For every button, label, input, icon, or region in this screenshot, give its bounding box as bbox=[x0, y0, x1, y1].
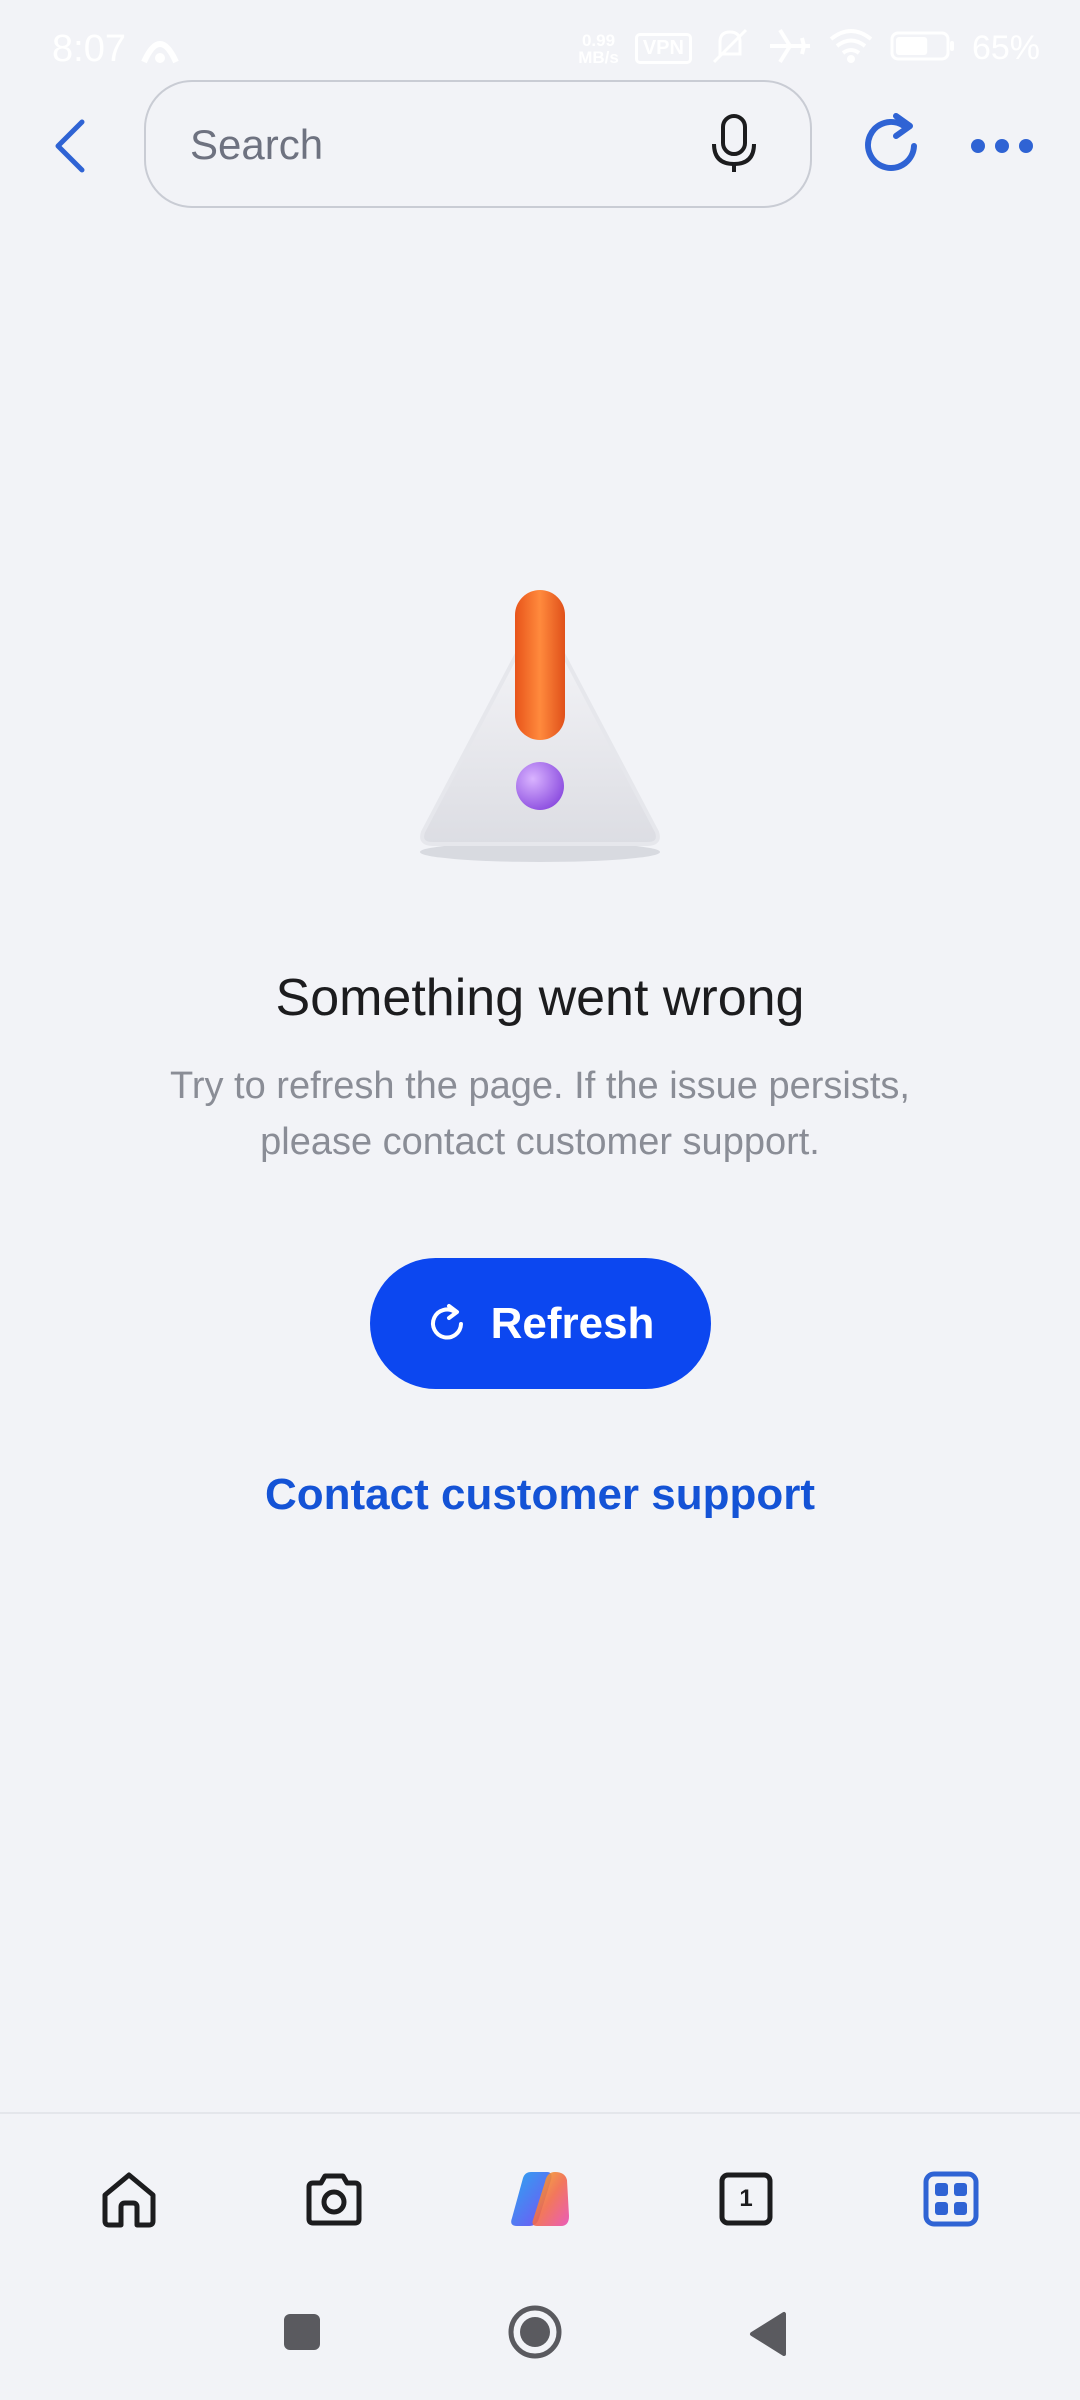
recents-icon bbox=[284, 2314, 320, 2350]
back-system-button[interactable] bbox=[748, 2310, 788, 2363]
vpn-badge: VPN bbox=[634, 33, 692, 64]
battery-percent: 65% bbox=[971, 29, 1040, 67]
warning-illustration bbox=[395, 570, 685, 870]
apps-icon bbox=[923, 2171, 979, 2227]
status-time: 8:07 bbox=[52, 28, 126, 70]
refresh-icon bbox=[430, 1303, 463, 1339]
back-button[interactable] bbox=[44, 114, 96, 178]
nav-copilot-button[interactable] bbox=[505, 2164, 575, 2234]
search-input[interactable] bbox=[188, 116, 692, 174]
camera-icon bbox=[306, 2173, 362, 2226]
search-bar[interactable] bbox=[144, 80, 812, 208]
error-description: Try to refresh the page. If the issue pe… bbox=[170, 1065, 910, 1163]
battery-icon bbox=[890, 30, 956, 67]
speed-value: 0.99 bbox=[581, 30, 616, 50]
airplane-icon bbox=[768, 26, 812, 71]
network-speed: 0.99 MB/s bbox=[578, 32, 619, 66]
copilot-icon bbox=[511, 2172, 569, 2226]
warning-icon bbox=[420, 590, 660, 862]
mic-icon bbox=[712, 114, 756, 172]
mute-icon bbox=[708, 26, 752, 71]
nav-apps-button[interactable] bbox=[916, 2164, 986, 2234]
reload-button[interactable] bbox=[860, 112, 924, 182]
bottom-navigation: 1 bbox=[0, 2112, 1080, 2264]
home-system-button[interactable] bbox=[507, 2304, 563, 2365]
nav-camera-button[interactable] bbox=[299, 2164, 369, 2234]
hotspot-icon bbox=[140, 30, 180, 71]
system-navigation-bar bbox=[0, 2262, 1080, 2400]
wifi-icon bbox=[828, 27, 874, 70]
home-icon bbox=[102, 2172, 156, 2228]
nav-tabs-button[interactable]: 1 bbox=[711, 2164, 781, 2234]
voice-search-button[interactable] bbox=[706, 112, 762, 176]
recents-button[interactable] bbox=[282, 2312, 322, 2357]
reload-icon bbox=[865, 113, 917, 171]
back-triangle-icon bbox=[750, 2312, 786, 2356]
tab-count: 1 bbox=[739, 2185, 753, 2212]
nav-home-button[interactable] bbox=[94, 2164, 164, 2234]
refresh-button[interactable]: Refresh bbox=[370, 1258, 711, 1389]
error-title: Something went wrong bbox=[275, 969, 805, 1027]
back-icon bbox=[55, 119, 85, 173]
speed-unit: MB/s bbox=[578, 47, 619, 67]
contact-support-link[interactable]: Contact customer support bbox=[0, 1470, 1080, 1520]
home-circle-icon bbox=[508, 2305, 562, 2359]
more-options-button[interactable] bbox=[970, 126, 1034, 166]
refresh-label: Refresh bbox=[490, 1298, 655, 1348]
status-indicators: 0.99 MB/s VPN 65% bbox=[578, 26, 1040, 71]
more-icon bbox=[971, 139, 1033, 153]
